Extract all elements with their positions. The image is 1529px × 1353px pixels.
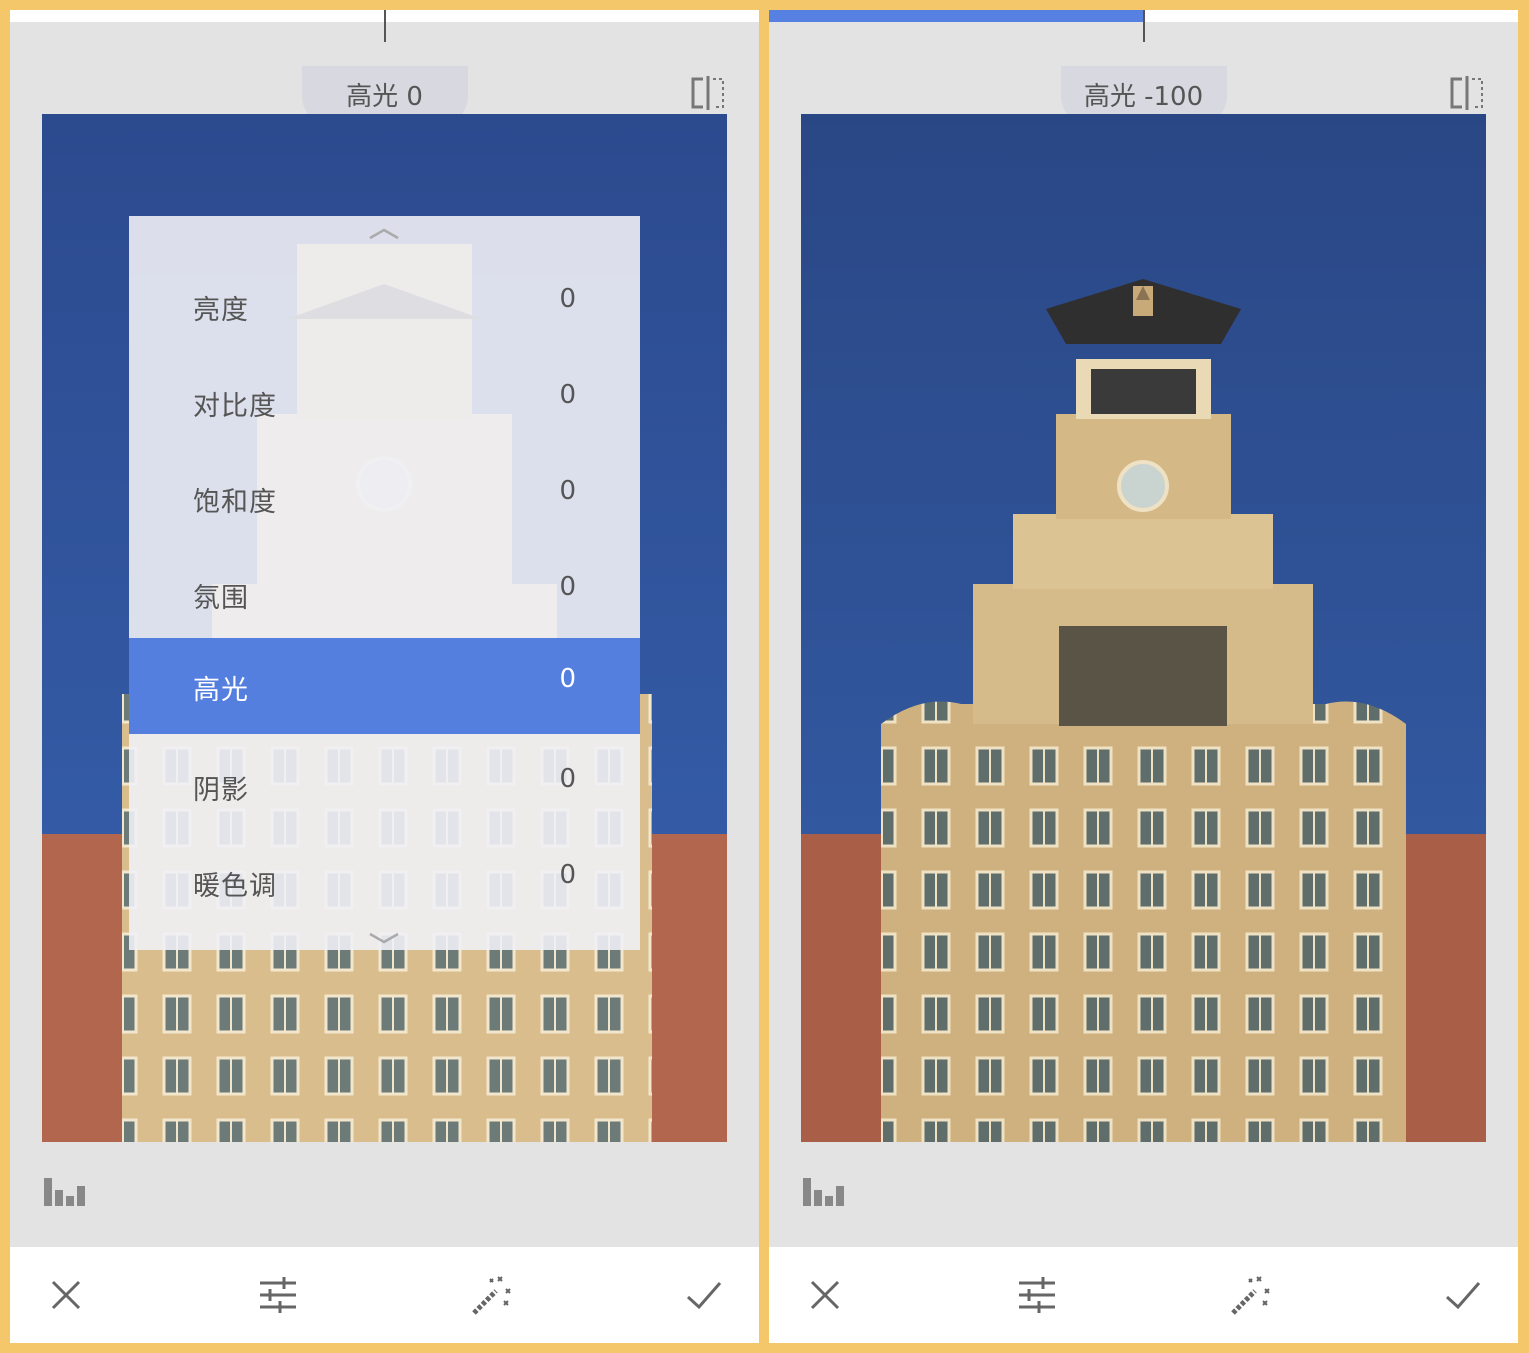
slider-center-tick <box>1143 10 1145 42</box>
parameter-title: 高光 0 <box>346 82 423 112</box>
adjustment-menu: 亮度 0 对比度 0 饱和度 0 氛围 0 高光 0 阴影 0 暖色调 0 <box>129 216 640 950</box>
apply-button[interactable] <box>682 1273 726 1317</box>
auto-adjust-button[interactable] <box>1227 1273 1271 1317</box>
auto-adjust-button[interactable] <box>468 1273 512 1317</box>
menu-item-ambiance[interactable]: 氛围 0 <box>129 546 640 642</box>
compare-icon[interactable] <box>1448 76 1486 110</box>
sliders-icon <box>1019 1277 1055 1313</box>
parameter-title: 高光 -100 <box>1083 82 1204 112</box>
chevron-up-icon[interactable] <box>129 220 640 244</box>
tune-image-button[interactable] <box>1015 1273 1059 1317</box>
magic-wand-icon <box>1231 1276 1270 1315</box>
menu-item-brightness[interactable]: 亮度 0 <box>129 258 640 354</box>
menu-item-highlights[interactable]: 高光 0 <box>129 638 640 734</box>
menu-item-value: 0 <box>559 284 576 314</box>
cancel-button[interactable] <box>44 1273 88 1317</box>
right-editor-panel: 高光 -100 <box>769 10 1518 1343</box>
building-photo <box>801 114 1486 1142</box>
compare-icon[interactable] <box>689 76 727 110</box>
menu-item-label: 暖色调 <box>193 871 277 902</box>
menu-item-contrast[interactable]: 对比度 0 <box>129 354 640 450</box>
menu-item-label: 对比度 <box>193 391 277 422</box>
slider-fill <box>769 10 1144 22</box>
slider-center-tick <box>384 10 386 42</box>
menu-item-value: 0 <box>559 764 576 794</box>
sliders-icon <box>260 1277 296 1313</box>
menu-item-saturation[interactable]: 饱和度 0 <box>129 450 640 546</box>
left-editor-panel: 高光 0 亮度 0 对比度 0 饱和度 0 氛围 0 高光 0 阴影 0 暖色调… <box>10 10 759 1343</box>
menu-item-shadows[interactable]: 阴影 0 <box>129 738 640 834</box>
menu-item-value: 0 <box>559 380 576 410</box>
menu-item-label: 饱和度 <box>193 487 277 518</box>
menu-item-warmth[interactable]: 暖色调 0 <box>129 834 640 930</box>
close-icon <box>810 1280 840 1310</box>
histogram-icon[interactable] <box>803 1174 847 1208</box>
close-icon <box>51 1280 81 1310</box>
menu-item-value: 0 <box>559 664 576 694</box>
menu-item-value: 0 <box>559 860 576 890</box>
photo-preview[interactable] <box>801 114 1486 1142</box>
menu-item-label: 高光 <box>193 675 249 706</box>
menu-item-label: 阴影 <box>193 775 249 806</box>
magic-wand-icon <box>472 1276 511 1315</box>
menu-item-label: 亮度 <box>193 295 249 326</box>
check-icon <box>686 1282 722 1310</box>
bottom-toolbar <box>10 1247 759 1343</box>
check-icon <box>1445 1282 1481 1310</box>
bottom-toolbar <box>769 1247 1518 1343</box>
tune-image-button[interactable] <box>256 1273 300 1317</box>
apply-button[interactable] <box>1441 1273 1485 1317</box>
menu-item-value: 0 <box>559 476 576 506</box>
cancel-button[interactable] <box>803 1273 847 1317</box>
menu-item-label: 氛围 <box>193 583 249 614</box>
chevron-down-icon[interactable] <box>129 924 640 948</box>
menu-item-value: 0 <box>559 572 576 602</box>
histogram-icon[interactable] <box>44 1174 88 1208</box>
